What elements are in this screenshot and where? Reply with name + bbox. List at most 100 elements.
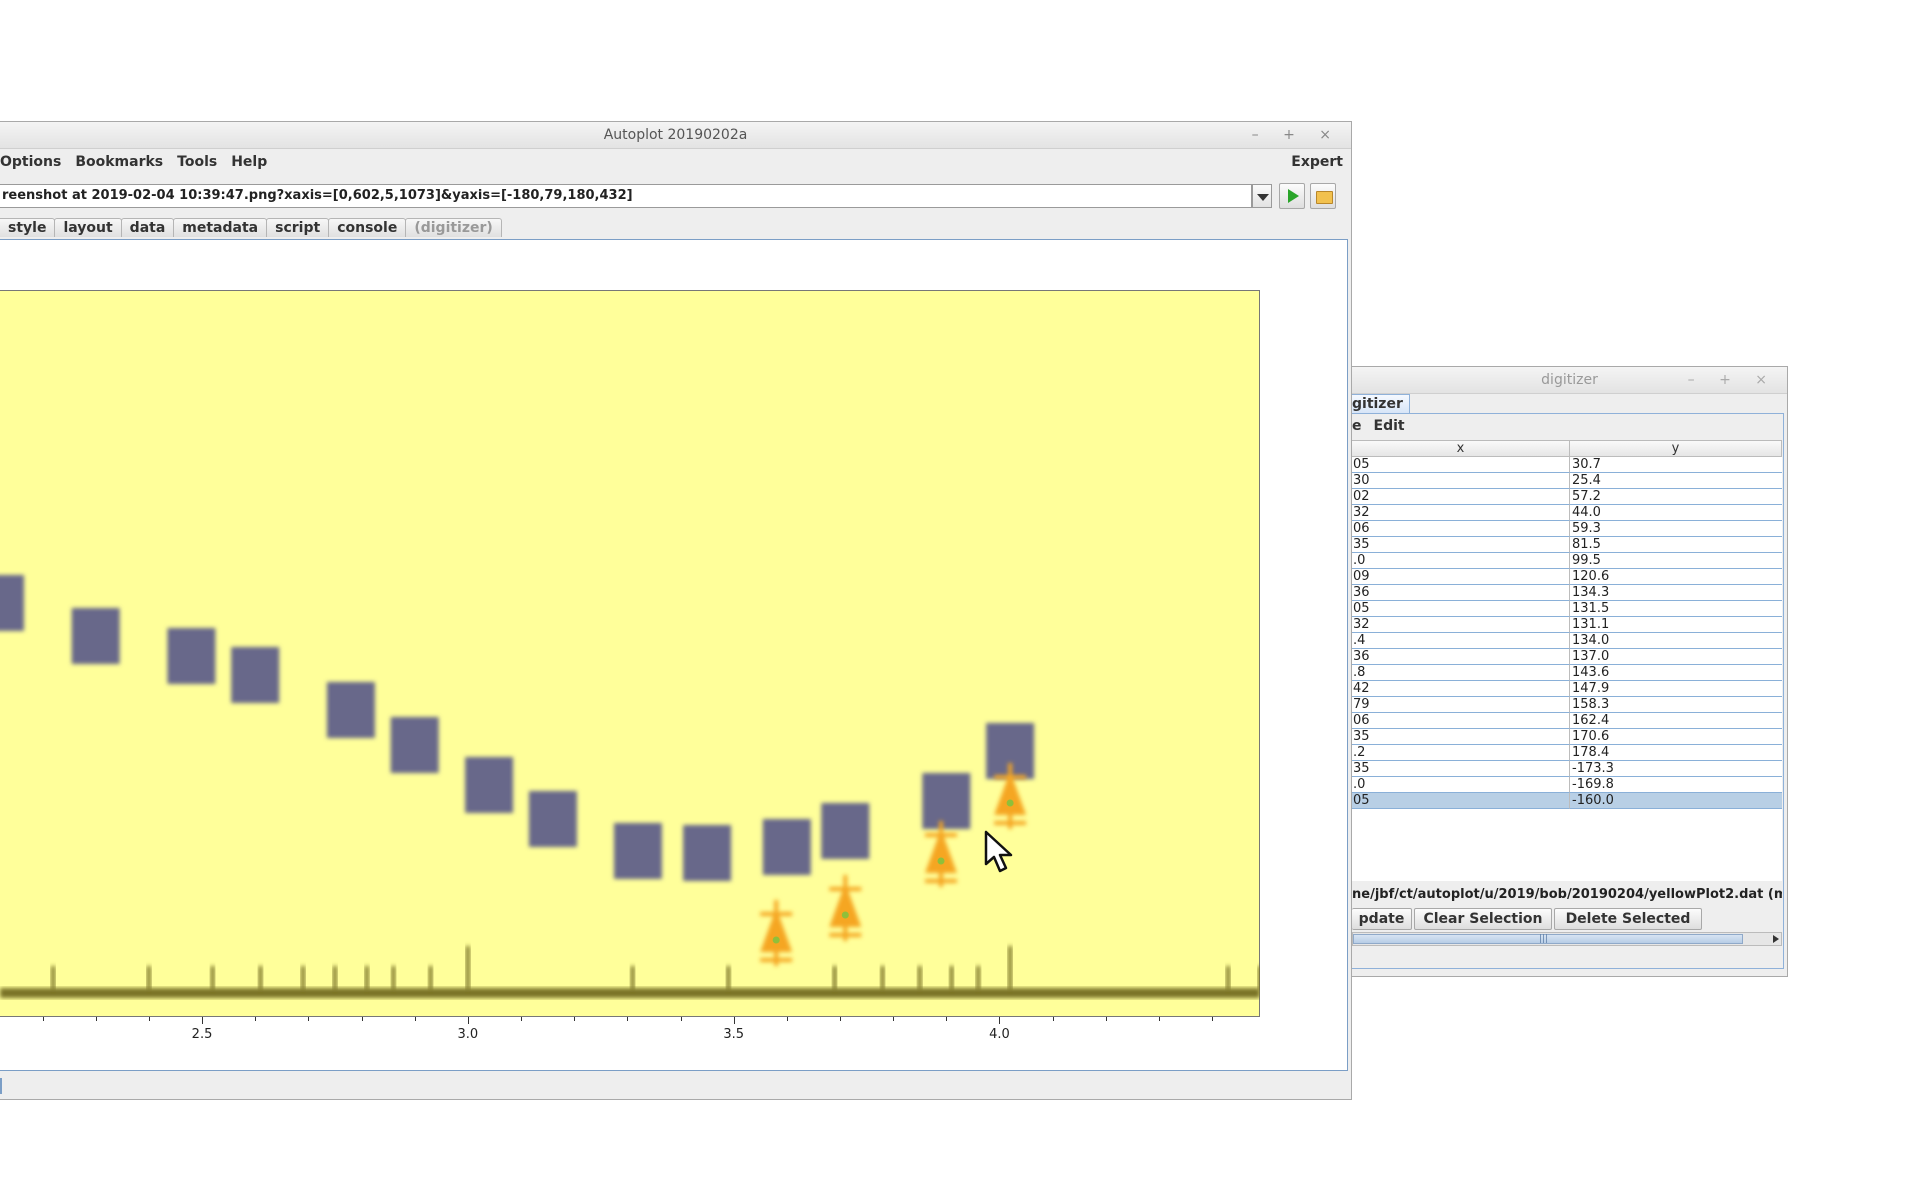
- cell-y[interactable]: 143.6: [1570, 665, 1782, 681]
- menu-tools[interactable]: Tools: [177, 149, 217, 175]
- cell-x[interactable]: 30: [1352, 473, 1570, 489]
- cell-y[interactable]: 162.4: [1570, 713, 1782, 729]
- digitized-points-table[interactable]: x y 05 30.7 30 25.4 02 57.2 32 44.0 06 59.3 35 81.5…: [1352, 440, 1782, 881]
- table-row[interactable]: .0 -169.8: [1352, 777, 1782, 793]
- table-row[interactable]: 02 57.2: [1352, 489, 1782, 505]
- cell-y[interactable]: 57.2: [1570, 489, 1782, 505]
- cell-y[interactable]: 81.5: [1570, 537, 1782, 553]
- table-row[interactable]: 35 170.6: [1352, 729, 1782, 745]
- menu-edit[interactable]: Edit: [1374, 418, 1405, 434]
- cell-y[interactable]: -169.8: [1570, 777, 1782, 793]
- horizontal-scrollbar[interactable]: |||: [1352, 932, 1782, 946]
- tab-layout[interactable]: layout: [54, 218, 122, 237]
- image-baseline-tick: [301, 966, 306, 990]
- table-row[interactable]: 35 -173.3: [1352, 761, 1782, 777]
- cell-x[interactable]: 35: [1352, 761, 1570, 777]
- tab-metadata[interactable]: metadata: [173, 218, 268, 237]
- update-button[interactable]: pdate: [1352, 908, 1412, 930]
- scroll-right-arrow-icon[interactable]: [1773, 935, 1779, 943]
- cell-x[interactable]: .4: [1352, 633, 1570, 649]
- table-row[interactable]: 05 -160.0: [1352, 793, 1782, 809]
- tab-console[interactable]: console: [328, 218, 407, 237]
- digitizer-window-controls[interactable]: – + ×: [1688, 367, 1777, 393]
- cell-y[interactable]: 134.0: [1570, 633, 1782, 649]
- cell-y[interactable]: 131.1: [1570, 617, 1782, 633]
- cell-x[interactable]: .0: [1352, 777, 1570, 793]
- digitizer-titlebar[interactable]: digitizer – + ×: [1352, 367, 1787, 394]
- uri-history-dropdown[interactable]: [1252, 184, 1272, 208]
- table-row[interactable]: 09 120.6: [1352, 569, 1782, 585]
- table-row[interactable]: 06 162.4: [1352, 713, 1782, 729]
- cell-x[interactable]: 06: [1352, 713, 1570, 729]
- cell-x[interactable]: .0: [1352, 553, 1570, 569]
- cell-y[interactable]: 178.4: [1570, 745, 1782, 761]
- menu-help[interactable]: Help: [231, 149, 267, 175]
- table-row[interactable]: 35 81.5: [1352, 537, 1782, 553]
- menu-options[interactable]: Options: [0, 149, 61, 175]
- tab-style[interactable]: style: [0, 218, 56, 237]
- open-folder-icon[interactable]: [1310, 183, 1336, 209]
- window-controls[interactable]: – + ×: [1252, 122, 1341, 148]
- cell-x[interactable]: 05: [1352, 601, 1570, 617]
- cell-y[interactable]: 120.6: [1570, 569, 1782, 585]
- cell-x[interactable]: 32: [1352, 617, 1570, 633]
- cell-x[interactable]: .8: [1352, 665, 1570, 681]
- menu-file[interactable]: e: [1352, 418, 1362, 434]
- cell-y[interactable]: 170.6: [1570, 729, 1782, 745]
- table-row[interactable]: 32 44.0: [1352, 505, 1782, 521]
- table-row[interactable]: 30 25.4: [1352, 473, 1782, 489]
- cell-x[interactable]: 02: [1352, 489, 1570, 505]
- go-play-icon[interactable]: [1279, 183, 1305, 209]
- table-row[interactable]: .2 178.4: [1352, 745, 1782, 761]
- cell-y[interactable]: 137.0: [1570, 649, 1782, 665]
- cell-y[interactable]: 44.0: [1570, 505, 1782, 521]
- plot-canvas[interactable]: 2.5 3.0 3.5 4.0: [0, 239, 1348, 1071]
- table-row[interactable]: 42 147.9: [1352, 681, 1782, 697]
- cell-x[interactable]: 79: [1352, 697, 1570, 713]
- data-uri-input[interactable]: reenshot at 2019-02-04 10:39:47.png?xaxi…: [0, 184, 1252, 208]
- cell-y[interactable]: 158.3: [1570, 697, 1782, 713]
- menu-bookmarks[interactable]: Bookmarks: [75, 149, 163, 175]
- cell-x[interactable]: 09: [1352, 569, 1570, 585]
- cell-x[interactable]: 42: [1352, 681, 1570, 697]
- cell-y[interactable]: -160.0: [1570, 793, 1782, 809]
- cell-y[interactable]: 59.3: [1570, 521, 1782, 537]
- cell-x[interactable]: 05: [1352, 457, 1570, 473]
- tab-digitizer-panel[interactable]: gitizer: [1352, 394, 1410, 413]
- table-row[interactable]: 36 134.3: [1352, 585, 1782, 601]
- column-header-x[interactable]: x: [1352, 441, 1570, 457]
- table-row[interactable]: 36 137.0: [1352, 649, 1782, 665]
- table-row[interactable]: 05 131.5: [1352, 601, 1782, 617]
- tab-script[interactable]: script: [266, 218, 330, 237]
- table-row[interactable]: 32 131.1: [1352, 617, 1782, 633]
- cell-y[interactable]: 131.5: [1570, 601, 1782, 617]
- cell-y[interactable]: 134.3: [1570, 585, 1782, 601]
- cell-x[interactable]: 05: [1352, 793, 1570, 809]
- table-row[interactable]: .8 143.6: [1352, 665, 1782, 681]
- cell-y[interactable]: 30.7: [1570, 457, 1782, 473]
- table-row[interactable]: .0 99.5: [1352, 553, 1782, 569]
- table-row[interactable]: 06 59.3: [1352, 521, 1782, 537]
- window-titlebar[interactable]: Autoplot 20190202a – + ×: [0, 122, 1351, 149]
- cell-y[interactable]: 147.9: [1570, 681, 1782, 697]
- table-row[interactable]: 05 30.7: [1352, 457, 1782, 473]
- cell-y[interactable]: 99.5: [1570, 553, 1782, 569]
- table-row[interactable]: 79 158.3: [1352, 697, 1782, 713]
- cell-x[interactable]: 35: [1352, 537, 1570, 553]
- cell-y[interactable]: 25.4: [1570, 473, 1782, 489]
- cell-x[interactable]: 36: [1352, 649, 1570, 665]
- expert-mode-menu[interactable]: Expert: [1291, 149, 1343, 175]
- cell-x[interactable]: 32: [1352, 505, 1570, 521]
- cell-x[interactable]: .2: [1352, 745, 1570, 761]
- cell-y[interactable]: -173.3: [1570, 761, 1782, 777]
- plot-area[interactable]: [0, 290, 1260, 1017]
- cell-x[interactable]: 06: [1352, 521, 1570, 537]
- cell-x[interactable]: 36: [1352, 585, 1570, 601]
- tab-data[interactable]: data: [120, 218, 175, 237]
- column-header-y[interactable]: y: [1570, 441, 1782, 457]
- table-row[interactable]: .4 134.0: [1352, 633, 1782, 649]
- clear-selection-button[interactable]: Clear Selection: [1414, 908, 1552, 930]
- delete-selected-button[interactable]: Delete Selected: [1554, 908, 1702, 930]
- cell-x[interactable]: 35: [1352, 729, 1570, 745]
- tab-digitizer[interactable]: (digitizer): [405, 218, 502, 237]
